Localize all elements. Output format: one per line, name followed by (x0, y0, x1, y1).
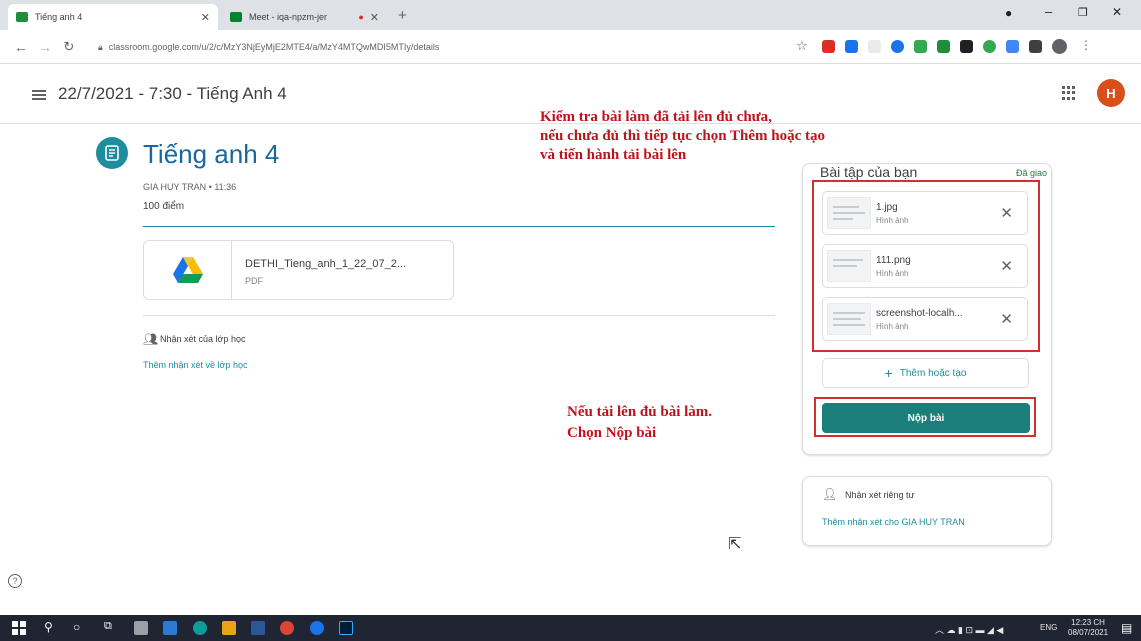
uploaded-file-3[interactable]: screenshot-localh... Hình ảnh ✕ (822, 297, 1028, 341)
extension-icon[interactable] (914, 40, 927, 53)
lock-icon: 🔒︎ (98, 41, 103, 52)
extension-icon[interactable] (868, 40, 881, 53)
remove-file-icon[interactable]: ✕ (1000, 257, 1013, 275)
extension-icon[interactable] (822, 40, 835, 53)
more-vert-icon[interactable]: ⋮ (1080, 38, 1092, 52)
edge-icon[interactable] (193, 621, 207, 635)
profile-icon[interactable] (1052, 39, 1067, 54)
avatar[interactable]: H (1097, 79, 1125, 107)
reload-icon[interactable]: ↻ (62, 39, 76, 55)
file-name: screenshot-localh... (876, 308, 963, 319)
file-thumbnail (827, 197, 871, 229)
add-private-comment-link[interactable]: Thêm nhận xét cho GIA HUY TRAN (822, 517, 965, 527)
file-type: Hình ảnh (876, 216, 909, 225)
browser-toolbar: ← → ↻ 🔒︎ classroom.google.com/u/2/c/MzY3… (0, 30, 1141, 64)
annotation-line: Nếu tải lên đủ bài làm. (567, 404, 713, 420)
private-comments-card (802, 476, 1052, 546)
remove-file-icon[interactable]: ✕ (1000, 310, 1013, 328)
app-icon[interactable] (163, 621, 177, 635)
annotation-line: Chọn Nộp bài (567, 425, 657, 441)
task-view-icon[interactable]: ⧉ (104, 620, 112, 633)
annotation-line: nếu chưa đủ thì tiếp tục chọn Thêm hoặc … (540, 128, 826, 144)
browser-tab-bar: Tiếng anh 4 ✕ Meet - iqa-npzm-jer ● ✕ + … (0, 0, 1141, 30)
classroom-favicon-icon (16, 12, 28, 22)
assignment-meta: GIA HUY TRAN • 11:36 (143, 182, 237, 192)
google-drive-icon (144, 241, 232, 299)
uploaded-file-2[interactable]: 111.png Hình ảnh ✕ (822, 244, 1028, 288)
uploaded-file-1[interactable]: 1.jpg Hình ảnh ✕ (822, 191, 1028, 235)
annotation-line: và tiến hành tải bài lên (540, 147, 687, 163)
recording-dot-icon: ● (358, 12, 364, 22)
tab-meet[interactable]: Meet - iqa-npzm-jer ● ✕ (222, 4, 387, 30)
clock[interactable]: 12:23 CH 08/07/2021 (1068, 618, 1108, 638)
plus-icon: + (884, 365, 893, 381)
chrome-icon[interactable] (280, 621, 294, 635)
file-thumbnail (827, 250, 871, 282)
notifications-icon[interactable]: ▤ (1121, 621, 1132, 635)
person-icon: 👤︎ (822, 487, 838, 501)
private-comments-label: Nhận xét riêng tư (845, 490, 915, 500)
file-type: Hình ảnh (876, 322, 909, 331)
assignment-icon (96, 137, 128, 169)
language-indicator[interactable]: ENG (1040, 623, 1057, 632)
app-icon[interactable] (310, 621, 324, 635)
bookmark-star-icon[interactable]: ☆ (796, 38, 808, 54)
account-circle-icon[interactable]: ● (1005, 6, 1012, 20)
cortana-icon[interactable]: ○ (73, 620, 80, 634)
your-work-title: Bài tập của bạn (820, 164, 918, 180)
file-thumbnail (827, 303, 871, 335)
back-arrow-icon[interactable]: ← (14, 39, 28, 55)
address-bar[interactable]: 🔒︎ classroom.google.com/u/2/c/MzY3NjEyMj… (98, 34, 788, 60)
remove-file-icon[interactable]: ✕ (1000, 204, 1013, 222)
submit-button[interactable]: Nộp bài (822, 403, 1030, 433)
attachment-type: PDF (245, 276, 263, 286)
close-icon[interactable]: ✕ (370, 11, 379, 24)
assignment-points: 100 điểm (143, 201, 185, 212)
search-icon[interactable]: ⚲ (44, 620, 53, 634)
status-badge: Đã giao (1016, 168, 1048, 178)
puzzle-icon[interactable] (1029, 40, 1042, 53)
maximize-icon[interactable]: ❐ (1078, 6, 1088, 19)
file-type: Hình ảnh (876, 269, 909, 278)
menu-icon[interactable] (32, 90, 46, 100)
extension-icon[interactable] (845, 40, 858, 53)
extension-icon[interactable] (937, 40, 950, 53)
extension-icon[interactable] (891, 40, 904, 53)
assignment-title: Tiếng anh 4 (143, 139, 280, 169)
app-icon[interactable] (134, 621, 148, 635)
forward-arrow-icon[interactable]: → (38, 39, 52, 55)
windows-start-icon[interactable] (12, 621, 26, 635)
extension-icon[interactable] (1006, 40, 1019, 53)
file-name: 111.png (876, 255, 911, 266)
mouse-cursor-icon: ⇱ (728, 536, 742, 553)
divider (143, 315, 775, 316)
attachment-name: DETHI_Tieng_anh_1_22_07_2... (245, 258, 407, 270)
screen: Tiếng anh 4 ✕ Meet - iqa-npzm-jer ● ✕ + … (0, 0, 1141, 641)
word-icon[interactable] (251, 621, 265, 635)
annotation-line: Kiểm tra bài làm đã tải lên đủ chưa, (540, 109, 772, 125)
photoshop-icon[interactable] (339, 621, 353, 635)
meet-favicon-icon (230, 12, 242, 22)
window-close-icon[interactable]: ✕ (1112, 5, 1122, 19)
apps-grid-icon[interactable] (1062, 86, 1076, 100)
close-icon[interactable]: ✕ (201, 11, 210, 24)
divider (143, 226, 775, 227)
minimize-icon[interactable]: – (1045, 4, 1052, 19)
tab-classroom[interactable]: Tiếng anh 4 ✕ (8, 4, 218, 30)
extension-icon[interactable] (960, 40, 973, 53)
file-explorer-icon[interactable] (222, 621, 236, 635)
help-icon[interactable]: ? (8, 574, 22, 588)
add-or-create-button[interactable]: + Thêm hoặc tạo (822, 358, 1029, 388)
page-title: 22/7/2021 - 7:30 - Tiếng Anh 4 (58, 84, 287, 103)
new-tab-icon[interactable]: + (398, 7, 407, 24)
class-comments-label: Nhận xét của lớp học (160, 334, 246, 344)
taskbar: ⚲ ○ ⧉ ︿ ☁ ▮ ⊡ ▬ ◢ ◀ ENG 12:23 CH 08/07/2… (0, 615, 1141, 641)
add-class-comment-link[interactable]: Thêm nhận xét về lớp học (143, 360, 247, 370)
people-icon: 👥︎ (143, 332, 159, 346)
extension-icon[interactable] (983, 40, 996, 53)
attachment-card[interactable]: DETHI_Tieng_anh_1_22_07_2... PDF (143, 240, 454, 300)
tray-icons[interactable]: ︿ ☁ ▮ ⊡ ▬ ◢ ◀ (935, 623, 1003, 636)
file-name: 1.jpg (876, 202, 898, 213)
